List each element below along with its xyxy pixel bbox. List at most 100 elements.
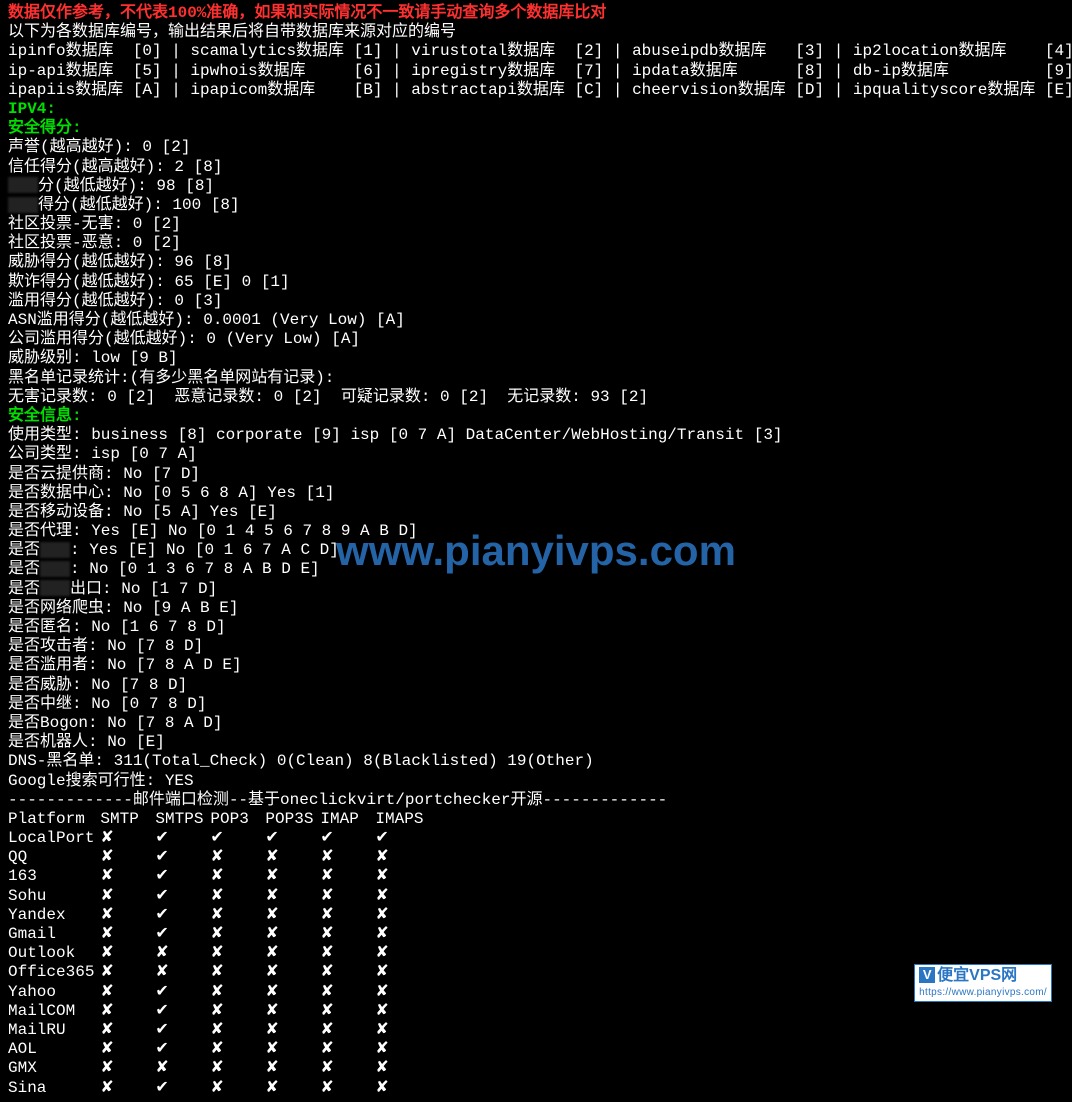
obscured-c-text: : Yes [E] No [0 1 6 7 A C D] [70, 541, 339, 559]
cross-icon: ✘ [320, 887, 375, 906]
cross-icon: ✘ [210, 1079, 265, 1098]
cross-icon: ✘ [265, 906, 320, 925]
check-icon: ✔ [155, 906, 210, 925]
cross-icon: ✘ [210, 963, 265, 982]
security-info-line: 是否数据中心: No [0 5 6 8 A] Yes [1] [8, 484, 1064, 503]
cross-icon: ✘ [100, 906, 155, 925]
obscured-blot-icon [8, 177, 38, 193]
cross-icon: ✘ [100, 887, 155, 906]
port-platform-cell: Office365 [8, 963, 100, 982]
check-icon: ✔ [155, 887, 210, 906]
port-header-cell: POP3 [210, 810, 265, 829]
cross-icon: ✘ [375, 867, 430, 886]
obscured-b-text: 得分(越低越好): 100 [8] [38, 196, 240, 214]
cross-icon: ✘ [265, 848, 320, 867]
obscured-d-text: : No [0 1 3 6 7 8 A B D E] [70, 560, 320, 578]
check-icon: ✔ [155, 1079, 210, 1098]
cross-icon: ✘ [320, 1079, 375, 1098]
obscured-line-d: 是否: No [0 1 3 6 7 8 A B D E] [8, 560, 1064, 579]
security-score-line: ASN滥用得分(越低越好): 0.0001 (Very Low) [A] [8, 311, 1064, 330]
security-info-line: 公司类型: isp [0 7 A] [8, 445, 1064, 464]
cross-icon: ✘ [320, 848, 375, 867]
cross-icon: ✘ [210, 925, 265, 944]
port-platform-cell: AOL [8, 1040, 100, 1059]
cross-icon: ✘ [155, 963, 210, 982]
security-info-line: 是否威胁: No [7 8 D] [8, 676, 1064, 695]
obscured-line-e: 是否出口: No [1 7 D] [8, 580, 1064, 599]
table-row: MailRU✘✔✘✘✘✘ [8, 1021, 430, 1040]
security-info-line: 是否攻击者: No [7 8 D] [8, 637, 1064, 656]
port-platform-cell: Sohu [8, 887, 100, 906]
cross-icon: ✘ [265, 1040, 320, 1059]
table-row: 163✘✔✘✘✘✘ [8, 867, 430, 886]
cross-icon: ✘ [210, 867, 265, 886]
table-row: Office365✘✘✘✘✘✘ [8, 963, 430, 982]
cross-icon: ✘ [210, 906, 265, 925]
security-info-line: DNS-黑名单: 311(Total_Check) 0(Clean) 8(Bla… [8, 752, 1064, 771]
table-row: Sohu✘✔✘✘✘✘ [8, 887, 430, 906]
check-icon: ✔ [210, 829, 265, 848]
cross-icon: ✘ [375, 944, 430, 963]
port-header-cell: IMAP [320, 810, 375, 829]
security-score-line: 滥用得分(越低越好): 0 [3] [8, 292, 1064, 311]
cross-icon: ✘ [320, 983, 375, 1002]
cross-icon: ✘ [210, 944, 265, 963]
cross-icon: ✘ [265, 1079, 320, 1098]
security-info-line: 使用类型: business [8] corporate [9] isp [0 … [8, 426, 1064, 445]
table-row: Sina✘✔✘✘✘✘ [8, 1079, 430, 1098]
security-score-line: 欺诈得分(越低越好): 65 [E] 0 [1] [8, 273, 1064, 292]
cross-icon: ✘ [265, 887, 320, 906]
security-score-line: 社区投票-无害: 0 [2] [8, 215, 1064, 234]
security-info-line: 是否云提供商: No [7 D] [8, 465, 1064, 484]
check-icon: ✔ [155, 1021, 210, 1040]
cross-icon: ✘ [375, 983, 430, 1002]
table-row: Yahoo✘✔✘✘✘✘ [8, 983, 430, 1002]
cross-icon: ✘ [320, 925, 375, 944]
cross-icon: ✘ [320, 963, 375, 982]
cross-icon: ✘ [375, 887, 430, 906]
cross-icon: ✘ [210, 1002, 265, 1021]
port-platform-cell: LocalPort [8, 829, 100, 848]
table-row: AOL✘✔✘✘✘✘ [8, 1040, 430, 1059]
site-badge[interactable]: V便宜VPS网 https://www.pianyivps.com/ [914, 964, 1052, 1002]
obscured-blot-icon [40, 561, 70, 577]
cross-icon: ✘ [375, 1021, 430, 1040]
cross-icon: ✘ [100, 1040, 155, 1059]
security-score-line: 公司滥用得分(越低越好): 0 (Very Low) [A] [8, 330, 1064, 349]
cross-icon: ✘ [375, 906, 430, 925]
port-platform-cell: Gmail [8, 925, 100, 944]
table-row: QQ✘✔✘✘✘✘ [8, 848, 430, 867]
obscured-a-text: 分(越低越好): 98 [8] [38, 177, 214, 195]
security-info-line: 是否匿名: No [1 6 7 8 D] [8, 618, 1064, 637]
badge-logo-icon: V [919, 967, 935, 983]
port-check-table: PlatformSMTPSMTPSPOP3POP3SIMAPIMAPS Loca… [8, 810, 430, 1098]
cross-icon: ✘ [375, 925, 430, 944]
obscured-blot-icon [40, 542, 70, 558]
cross-icon: ✘ [375, 1079, 430, 1098]
cross-icon: ✘ [100, 983, 155, 1002]
cross-icon: ✘ [320, 1021, 375, 1040]
cross-icon: ✘ [100, 1002, 155, 1021]
security-score-label: 安全得分: [8, 119, 1064, 138]
port-platform-cell: QQ [8, 848, 100, 867]
port-header-cell: POP3S [265, 810, 320, 829]
security-info-line: 是否滥用者: No [7 8 A D E] [8, 656, 1064, 675]
security-info-line: 是否网络爬虫: No [9 A B E] [8, 599, 1064, 618]
port-platform-cell: Yahoo [8, 983, 100, 1002]
cross-icon: ✘ [320, 906, 375, 925]
security-score-line: 信任得分(越高越好): 2 [8] [8, 158, 1064, 177]
port-platform-cell: Sina [8, 1079, 100, 1098]
cross-icon: ✘ [265, 963, 320, 982]
table-row: MailCOM✘✔✘✘✘✘ [8, 1002, 430, 1021]
check-icon: ✔ [155, 925, 210, 944]
security-info-label: 安全信息: [8, 407, 1064, 426]
check-icon: ✔ [155, 848, 210, 867]
table-row: Gmail✘✔✘✘✘✘ [8, 925, 430, 944]
cross-icon: ✘ [100, 1079, 155, 1098]
port-header-cell: IMAPS [375, 810, 430, 829]
table-row: LocalPort✘✔✔✔✔✔ [8, 829, 430, 848]
security-score-line: 黑名单记录统计:(有多少黑名单网站有记录): [8, 369, 1064, 388]
security-info-line: 是否代理: Yes [E] No [0 1 4 5 6 7 8 9 A B D] [8, 522, 1064, 541]
obscured-line-b: 得分(越低越好): 100 [8] [8, 196, 1064, 215]
table-row: Yandex✘✔✘✘✘✘ [8, 906, 430, 925]
